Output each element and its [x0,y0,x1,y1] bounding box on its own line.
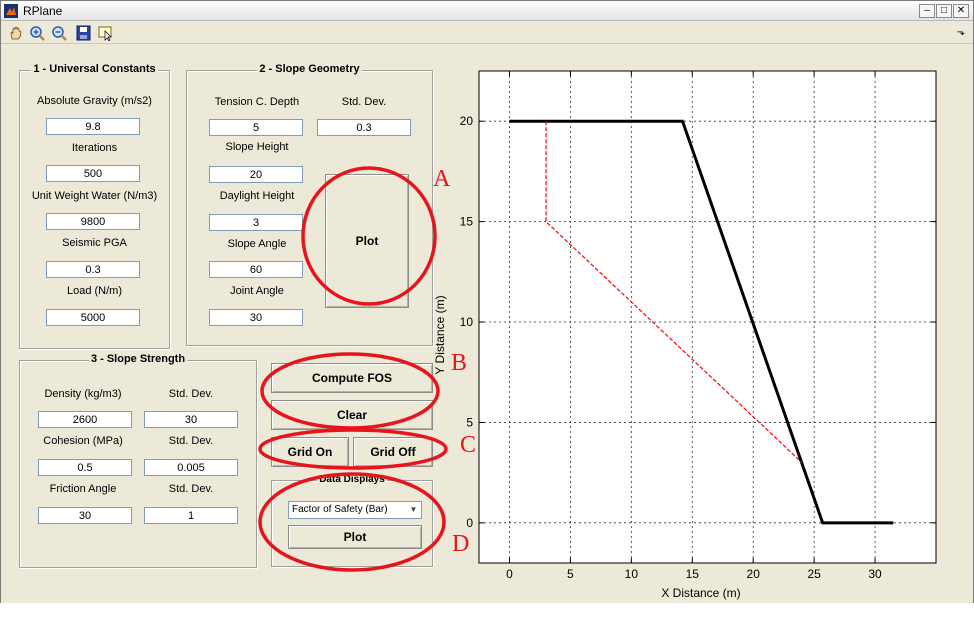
zoom-in-icon[interactable] [29,25,47,41]
y-tick-label: 15 [460,215,474,229]
y-tick-label: 10 [460,315,474,329]
close-button[interactable]: ✕ [953,4,969,18]
y-tick-label: 0 [466,516,473,530]
title-bar: RPlane – □ ✕ [1,1,973,21]
slope-chart: 0 5 10 15 20 25 30 0 5 10 15 20 X Distance (m) Y Di… [433,70,937,600]
x-tick-label: 15 [686,567,700,581]
data-cursor-icon[interactable] [97,25,115,41]
toolbar: ⬎ [1,22,973,44]
x-tick-label: 5 [567,567,574,581]
zoom-out-icon[interactable] [51,25,69,41]
save-icon[interactable] [75,25,93,41]
matlab-icon [4,4,18,18]
y-axis-label: Y Distance (m) [433,295,447,374]
x-tick-label: 0 [506,567,513,581]
dock-arrow-icon[interactable]: ⬎ [957,27,965,38]
plot-area [479,71,936,563]
hand-icon[interactable] [7,25,25,41]
x-axis-label: X Distance (m) [661,586,740,600]
x-tick-label: 30 [868,567,882,581]
maximize-button[interactable]: □ [936,4,952,18]
window-title: RPlane [23,4,63,18]
x-tick-label: 20 [747,567,761,581]
y-tick-label: 5 [466,415,473,429]
minimize-button[interactable]: – [919,4,935,18]
figure-content: 1 - Universal Constants Absolute Gravity… [1,45,973,603]
y-tick-label: 20 [460,114,474,128]
x-tick-label: 10 [625,567,639,581]
x-tick-label: 25 [807,567,821,581]
app-window: RPlane – □ ✕ ⬎ 1 - Universal Constants A… [0,0,974,603]
